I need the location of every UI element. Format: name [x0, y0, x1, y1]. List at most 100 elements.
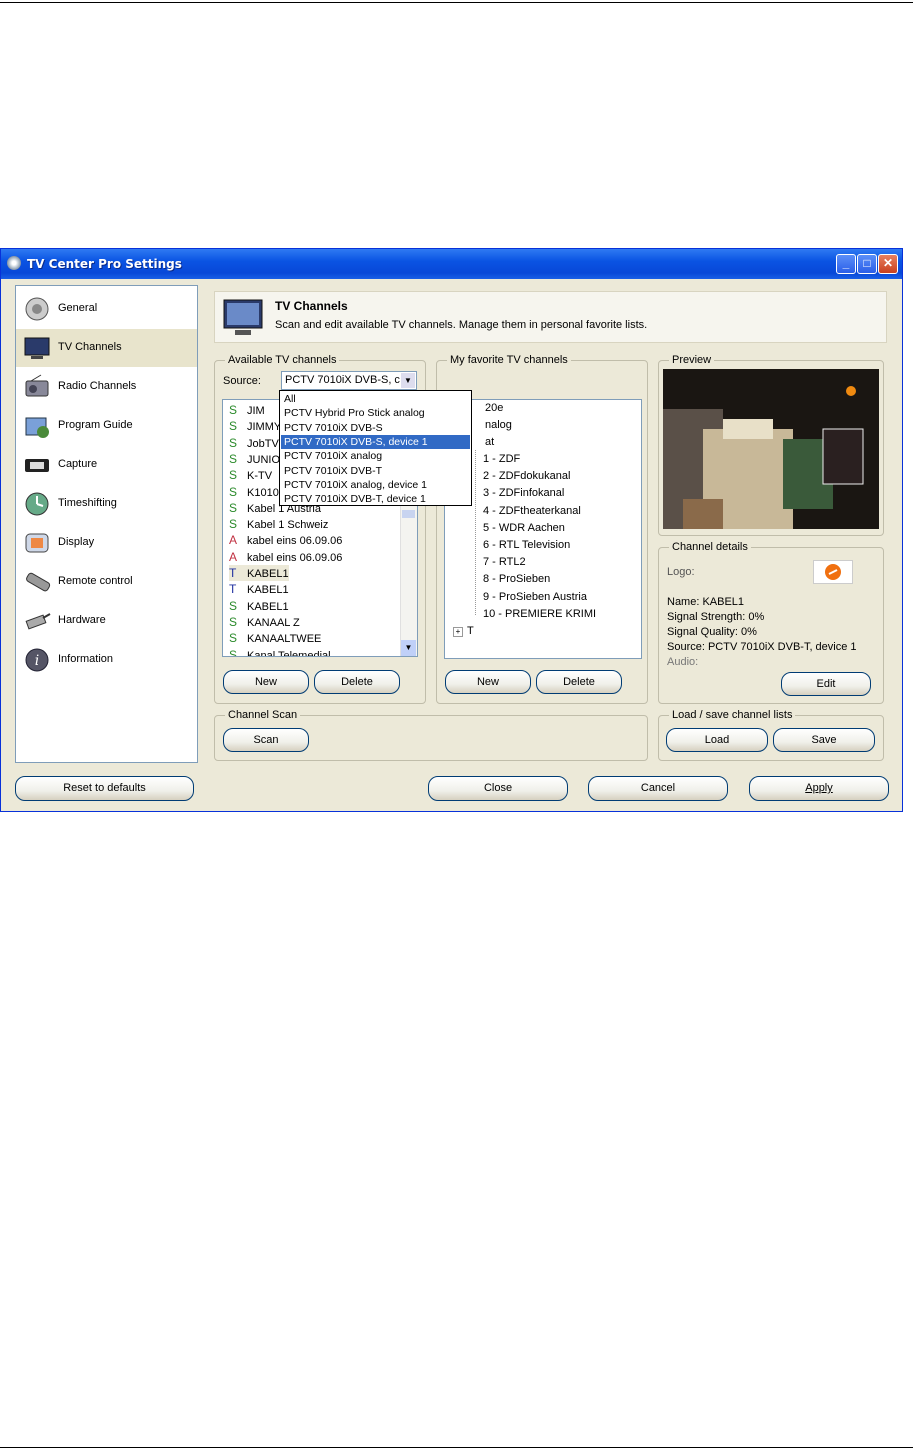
channel-name-text: KABEL1 — [247, 600, 289, 613]
favorites-tree[interactable]: 20e nalog at 1 - ZDF 2 - ZDFdokukanal 3 - … — [444, 399, 642, 659]
sidebar-item-tv-channels[interactable]: TV Channels — [16, 329, 197, 367]
sidebar-item-program-guide[interactable]: Program Guide — [16, 407, 197, 445]
info-icon: i — [22, 646, 52, 674]
new-favorite-button[interactable]: New — [445, 670, 531, 694]
channel-row[interactable]: T KABEL1 — [229, 581, 289, 597]
title-bar[interactable]: TV Center Pro Settings _ □ ✕ — [1, 249, 902, 279]
channel-type-badge: S — [229, 500, 238, 515]
channel-name-text: kabel eins 06.09.06 — [247, 551, 343, 564]
channel-name-text: Kabel 1 Schweiz — [247, 519, 329, 532]
favorites-group-t[interactable]: + T — [453, 623, 474, 640]
favorite-channel-row[interactable]: 10 - PREMIERE KRIMI — [483, 606, 596, 623]
channel-name: Name: KABEL1 — [667, 596, 745, 608]
new-channel-button[interactable]: New — [223, 670, 309, 694]
channel-row[interactable]: T KABEL1 — [229, 565, 289, 581]
channel-source: Source: PCTV 7010iX DVB-T, device 1 — [667, 641, 857, 653]
page-subtitle: Scan and edit available TV channels. Man… — [275, 319, 648, 331]
apply-button[interactable]: Apply — [749, 776, 889, 801]
channel-row[interactable]: S KANAALTWEE — [229, 630, 321, 646]
source-option[interactable]: PCTV Hybrid Pro Stick analog — [281, 406, 470, 420]
favorite-channel-row[interactable]: 8 - ProSieben — [483, 571, 550, 588]
favorite-channel-row[interactable]: 1 - ZDF — [483, 451, 520, 468]
sidebar-item-capture[interactable]: Capture — [16, 446, 197, 484]
load-button[interactable]: Load — [666, 728, 768, 752]
favorites-group-row[interactable]: 20e — [485, 400, 503, 417]
channel-name-text: KANAALTWEE — [247, 633, 322, 646]
delete-channel-button[interactable]: Delete — [314, 670, 400, 694]
display-icon — [22, 529, 52, 557]
speaker-icon — [22, 295, 52, 323]
favorite-channel-row[interactable]: 3 - ZDFinfokanal — [483, 485, 564, 502]
channel-row[interactable]: S JIMMY — [229, 418, 281, 434]
favorite-channel-row[interactable]: 5 - WDR Aachen — [483, 520, 565, 537]
preview-video — [663, 369, 879, 529]
channel-row[interactable]: Akabel eins 06.09.06 — [229, 532, 342, 548]
source-option[interactable]: PCTV 7010iX DVB-T, device 1 — [281, 492, 470, 506]
channel-type-badge: S — [229, 468, 238, 483]
channel-row[interactable]: S KANAAL Z — [229, 614, 300, 630]
chevron-down-icon[interactable]: ▼ — [401, 373, 415, 388]
channel-row[interactable]: S JIM — [229, 402, 265, 418]
sidebar-item-hardware[interactable]: Hardware — [16, 602, 197, 640]
reset-defaults-button[interactable]: Reset to defaults — [15, 776, 194, 801]
channel-type-badge: S — [229, 517, 238, 532]
delete-favorite-button[interactable]: Delete — [536, 670, 622, 694]
favorite-channel-row[interactable]: 7 - RTL2 — [483, 554, 526, 571]
source-option[interactable]: PCTV 7010iX DVB-S, device 1 — [281, 434, 470, 449]
source-option[interactable]: PCTV 7010iX analog, device 1 — [281, 478, 470, 492]
tree-line — [475, 450, 477, 615]
page-title: TV Channels — [275, 299, 348, 313]
sidebar-item-radio-channels[interactable]: Radio Channels — [16, 368, 197, 406]
signal-strength: Signal Strength: 0% — [667, 611, 765, 623]
signal-quality: Signal Quality: 0% — [667, 626, 757, 638]
source-option[interactable]: PCTV 7010iX DVB-S — [281, 421, 470, 435]
clock-icon — [22, 490, 52, 518]
sidebar-item-timeshifting[interactable]: Timeshifting — [16, 485, 197, 523]
edit-button[interactable]: Edit — [781, 672, 871, 696]
save-button[interactable]: Save — [773, 728, 875, 752]
favorite-channel-row[interactable]: 9 - ProSieben Austria — [483, 589, 587, 606]
favorites-group-row[interactable]: at — [485, 434, 494, 451]
source-option[interactable]: PCTV 7010iX DVB-T — [281, 464, 470, 478]
source-option[interactable]: PCTV 7010iX analog — [281, 449, 470, 463]
favorite-channel-row[interactable]: 2 - ZDFdokukanal — [483, 468, 570, 485]
cancel-button[interactable]: Cancel — [588, 776, 728, 801]
channel-row[interactable]: S Kanal Telemedial — [229, 647, 331, 657]
scan-button[interactable]: Scan — [223, 728, 309, 752]
favorite-channel-row[interactable]: 4 - ZDFtheaterkanal — [483, 503, 581, 520]
channel-row[interactable]: S KABEL1 — [229, 598, 289, 614]
channel-row[interactable]: S Kabel 1 Schweiz — [229, 516, 328, 532]
hardware-plug-icon — [22, 607, 52, 635]
channel-type-badge: T — [229, 582, 237, 597]
sidebar-item-remote-control[interactable]: Remote control — [16, 563, 197, 601]
scroll-thumb[interactable] — [402, 510, 415, 518]
channel-row[interactable]: Akabel eins 06.09.06 — [229, 549, 342, 565]
expand-plus-icon[interactable]: + — [453, 627, 463, 637]
channel-type-badge: A — [229, 549, 238, 564]
channel-name-text: JUNIO — [247, 453, 280, 466]
favorite-channel-row[interactable]: 6 - RTL Television — [483, 537, 570, 554]
page-top-rule — [0, 2, 913, 3]
source-dropdown-list[interactable]: All PCTV Hybrid Pro Stick analog PCTV 7010… — [279, 390, 472, 506]
channel-row[interactable]: S K1010 — [229, 484, 279, 500]
source-option[interactable]: All — [281, 392, 470, 406]
channel-audio: Audio: — [667, 656, 699, 668]
sidebar-item-display[interactable]: Display — [16, 524, 197, 562]
channel-scan-group: Channel Scan Scan — [214, 709, 648, 761]
favorites-group-row[interactable]: nalog — [485, 417, 512, 434]
minimize-button[interactable]: _ — [836, 254, 856, 274]
channel-lists-group: Load / save channel lists Load Save — [658, 709, 884, 761]
radio-icon — [22, 373, 52, 401]
maximize-button[interactable]: □ — [857, 254, 877, 274]
close-button[interactable]: Close — [428, 776, 568, 801]
channel-row[interactable]: S JUNIO — [229, 451, 280, 467]
channel-row[interactable]: S JobTV — [229, 435, 279, 451]
window-title: TV Center Pro Settings — [27, 257, 182, 271]
sidebar-item-information[interactable]: i Information — [16, 641, 197, 679]
sidebar-item-general[interactable]: General — [16, 290, 197, 328]
scroll-down-icon[interactable]: ▼ — [401, 640, 416, 656]
close-window-button[interactable]: ✕ — [878, 254, 898, 274]
source-select[interactable]: PCTV 7010iX DVB-S, c ▼ — [281, 371, 417, 390]
channel-row[interactable]: S K-TV — [229, 467, 272, 483]
source-label: Source: — [223, 375, 261, 387]
